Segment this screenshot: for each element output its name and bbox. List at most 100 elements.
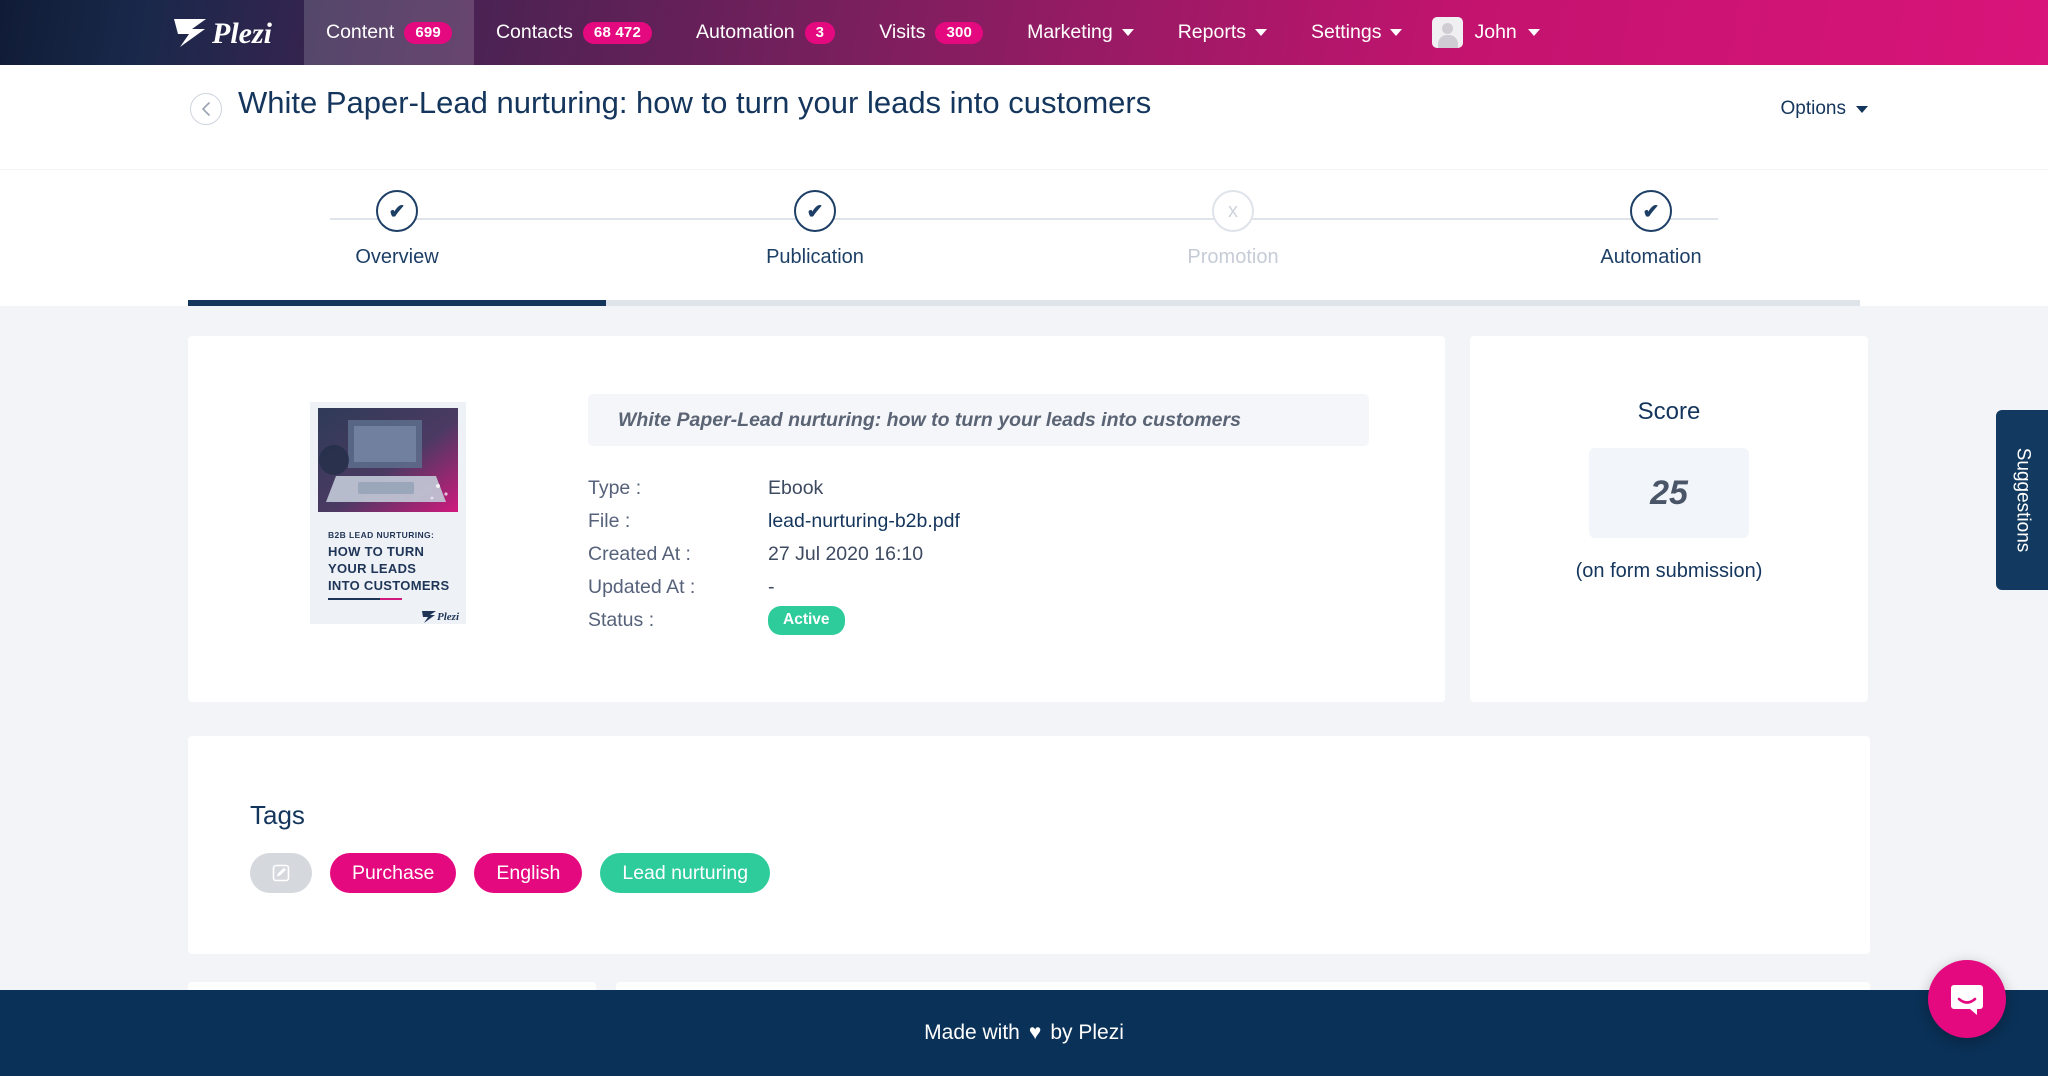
nav-item-visits-label: Visits — [879, 21, 926, 43]
cross-icon: x — [1212, 190, 1254, 232]
tag-lead-nurturing[interactable]: Lead nurturing — [600, 853, 771, 893]
ebook-cover-image: B2B LEAD NURTURING: HOW TO TURN YOUR LEA… — [310, 402, 466, 624]
tags-title: Tags — [250, 800, 305, 830]
tag-purchase[interactable]: Purchase — [330, 853, 457, 893]
detail-row-created-at: Created At : 27 Jul 2020 16:10 — [588, 538, 1415, 571]
tag-list: Purchase English Lead nurturing — [250, 853, 1870, 893]
page-footer: Made with ♥ by Plezi — [0, 990, 2048, 1076]
top-navigation-bar: Plezi Content 699 Contacts 68 472 Automa… — [0, 0, 2048, 65]
nav-item-visits-badge: 300 — [935, 21, 984, 44]
step-automation-mark: ✔ — [1642, 200, 1660, 223]
nav-item-contacts-badge: 68 472 — [582, 21, 652, 44]
chevron-left-icon — [201, 102, 210, 116]
footer-suffix: by Plezi — [1050, 1021, 1124, 1044]
chevron-down-icon — [1856, 105, 1868, 113]
step-overview-label: Overview — [355, 246, 439, 268]
detail-value-type: Ebook — [768, 477, 824, 499]
tag-purchase-label: Purchase — [352, 861, 435, 884]
pencil-square-icon — [272, 864, 290, 882]
tag-lead-nurturing-label: Lead nurturing — [622, 861, 749, 884]
svg-text:HOW TO TURN: HOW TO TURN — [328, 544, 424, 559]
svg-text:INTO CUSTOMERS: INTO CUSTOMERS — [328, 578, 449, 593]
check-icon: ✔ — [1630, 190, 1672, 232]
chat-bubble-icon — [1951, 985, 1983, 1015]
score-card: Score 25 (on form submission) — [1470, 336, 1868, 702]
heart-icon: ♥ — [1028, 1021, 1042, 1044]
tags-card: Tags Purchase English Lead nurturing — [188, 736, 1870, 954]
nav-menu-reports[interactable]: Reports — [1156, 0, 1289, 65]
nav-item-contacts-label: Contacts — [495, 21, 573, 43]
step-automation[interactable]: ✔ Automation — [1442, 190, 1860, 269]
step-publication[interactable]: ✔ Publication — [606, 190, 1024, 269]
user-menu[interactable]: John — [1424, 17, 1540, 48]
tag-english-label: English — [496, 861, 561, 884]
detail-label-type: Type : — [588, 477, 642, 499]
detail-value-updated-at: - — [768, 576, 775, 598]
nav-item-automation-badge: 3 — [804, 21, 836, 44]
detail-label-status: Status : — [588, 609, 655, 631]
chevron-down-icon — [1121, 29, 1134, 36]
detail-row-updated-at: Updated At : - — [588, 571, 1415, 604]
cover-thumbnail[interactable]: B2B LEAD NURTURING: HOW TO TURN YOUR LEA… — [310, 402, 466, 624]
step-promotion[interactable]: x Promotion — [1024, 190, 1442, 269]
wizard-stepper: ✔ Overview ✔ Publication x Promotion ✔ A… — [0, 170, 2048, 306]
main-content: B2B LEAD NURTURING: HOW TO TURN YOUR LEA… — [0, 306, 2048, 1062]
detail-value-file[interactable]: lead-nurturing-b2b.pdf — [768, 510, 960, 533]
step-publication-mark: ✔ — [806, 200, 824, 223]
score-value: 25 — [1589, 448, 1749, 538]
detail-label-updated-at: Updated At : — [588, 576, 696, 598]
nav-item-automation[interactable]: Automation 3 — [674, 0, 857, 65]
status-badge: Active — [768, 606, 845, 635]
chevron-down-icon — [1527, 29, 1540, 36]
score-note: (on form submission) — [1575, 560, 1763, 582]
options-label: Options — [1780, 98, 1846, 119]
check-icon: ✔ — [376, 190, 418, 232]
nav-menu-marketing[interactable]: Marketing — [1005, 0, 1156, 65]
nav-item-content[interactable]: Content 699 — [304, 0, 474, 65]
svg-text:YOUR LEADS: YOUR LEADS — [328, 561, 416, 576]
suggestions-tab[interactable]: Suggestions — [1996, 410, 2048, 590]
step-overview-mark: ✔ — [388, 200, 406, 223]
plezi-logo[interactable]: Plezi — [172, 0, 304, 65]
page-title: White Paper-Lead nurturing: how to turn … — [238, 85, 1152, 120]
subject-field[interactable]: White Paper-Lead nurturing: how to turn … — [588, 394, 1369, 446]
detail-row-status: Status : Active — [588, 604, 1415, 637]
footer-prefix: Made with — [924, 1021, 1020, 1044]
user-menu-label: John — [1474, 21, 1517, 43]
svg-text:Plezi: Plezi — [211, 17, 273, 50]
detail-row-file: File : lead-nurturing-b2b.pdf — [588, 505, 1415, 538]
nav-menu-settings-label: Settings — [1311, 21, 1382, 43]
detail-value-created-at: 27 Jul 2020 16:10 — [768, 543, 924, 565]
detail-row-type: Type : Ebook — [588, 472, 1415, 505]
step-promotion-label: Promotion — [1187, 246, 1279, 268]
nav-menu-reports-label: Reports — [1177, 21, 1246, 43]
nav-item-automation-label: Automation — [696, 21, 795, 43]
chevron-down-icon — [1255, 29, 1267, 36]
nav-menu-settings[interactable]: Settings — [1289, 0, 1424, 65]
chat-launcher-button[interactable] — [1928, 960, 2006, 1038]
nav-item-content-badge: 699 — [404, 21, 452, 44]
page-header: White Paper-Lead nurturing: how to turn … — [0, 65, 2048, 235]
app-root: Plezi Content 699 Contacts 68 472 Automa… — [0, 0, 2048, 1076]
step-automation-label: Automation — [1600, 246, 1702, 268]
chevron-down-icon — [1390, 29, 1403, 36]
avatar — [1432, 17, 1464, 48]
detail-label-created-at: Created At : — [588, 543, 691, 565]
edit-tags-button[interactable] — [250, 853, 312, 893]
options-dropdown-button[interactable]: Options — [1781, 98, 1868, 120]
step-promotion-mark: x — [1228, 199, 1238, 222]
nav-menu-marketing-label: Marketing — [1027, 21, 1113, 43]
nav-item-visits[interactable]: Visits 300 — [857, 0, 1005, 65]
nav-item-contacts[interactable]: Contacts 68 472 — [474, 0, 674, 65]
subject-value: White Paper-Lead nurturing: how to turn … — [618, 408, 1241, 431]
svg-text:B2B LEAD NURTURING:: B2B LEAD NURTURING: — [328, 530, 434, 540]
back-button[interactable] — [190, 93, 222, 125]
suggestions-label: Suggestions — [2012, 447, 2034, 553]
step-publication-label: Publication — [766, 246, 864, 268]
nav-item-content-label: Content — [326, 21, 395, 43]
tag-english[interactable]: English — [474, 853, 583, 893]
nav-right-group: Marketing Reports Settings John — [1005, 0, 2048, 65]
check-icon: ✔ — [794, 190, 836, 232]
step-overview[interactable]: ✔ Overview — [188, 190, 606, 269]
content-overview-card: B2B LEAD NURTURING: HOW TO TURN YOUR LEA… — [188, 336, 1445, 702]
